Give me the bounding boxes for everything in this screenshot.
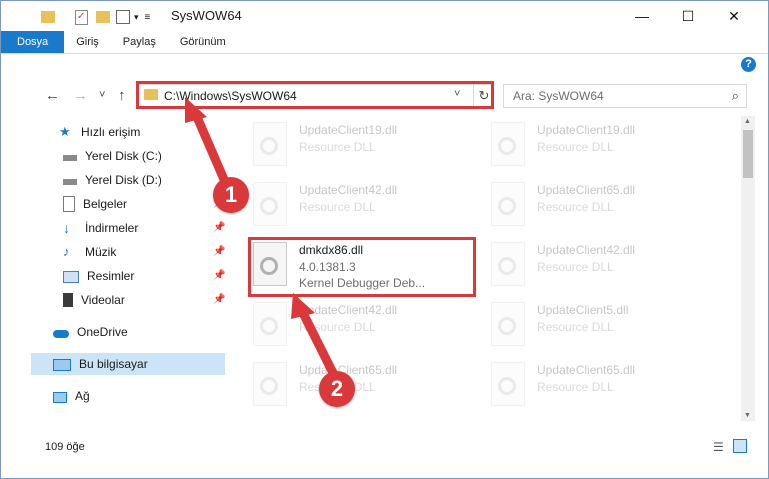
annotation-arrows (185, 97, 340, 382)
step-badge-1: 1 (213, 177, 249, 213)
explorer-window: ✓ ▾ ≡ SysWOW64 — ☐ ✕ Dosya Giriş Paylaş … (0, 0, 769, 479)
arrow-2-head (291, 293, 315, 319)
arrow-1-head (185, 97, 207, 123)
step-badge-2: 2 (319, 371, 355, 407)
arrow-2-shaft (298, 308, 340, 382)
